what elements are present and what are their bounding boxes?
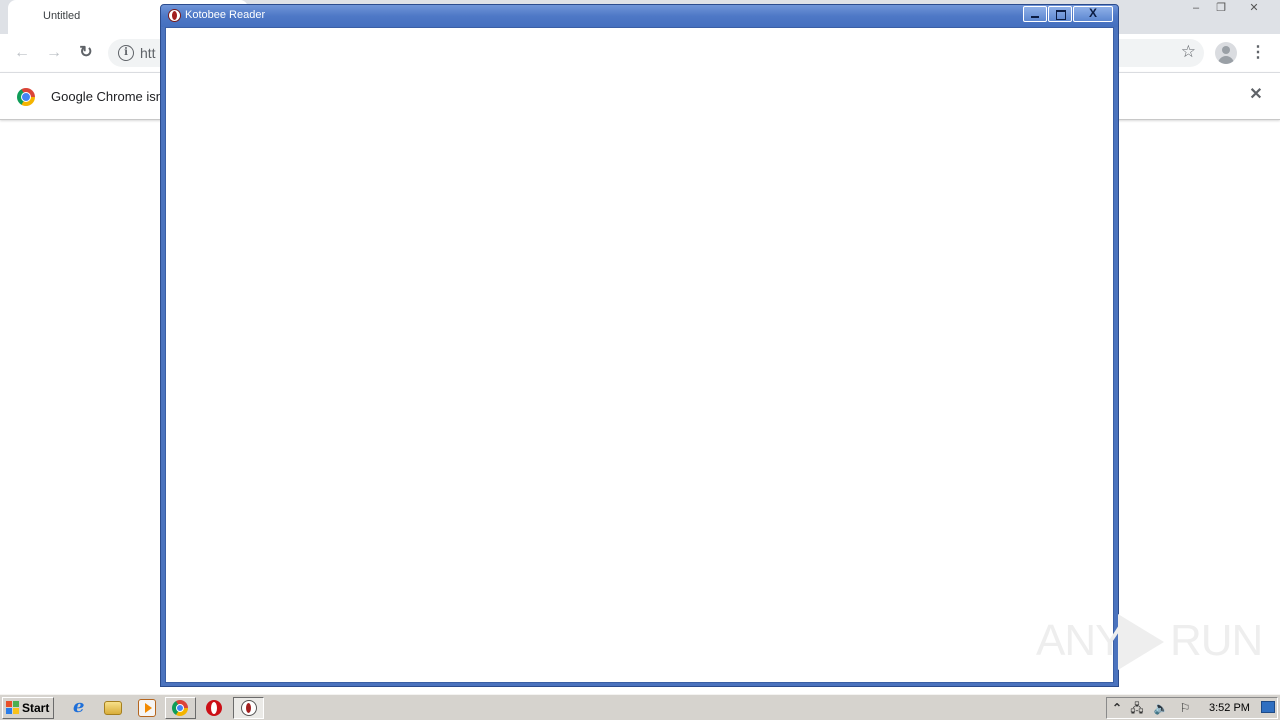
network-icon[interactable]: 🖧 <box>1129 700 1145 716</box>
close-icon: X <box>1088 6 1097 20</box>
volume-icon[interactable]: 🔈 <box>1153 700 1169 716</box>
close-icon: ✕ <box>1249 2 1259 14</box>
action-center-flag-icon[interactable]: ⚐ <box>1177 700 1193 716</box>
kotobee-close-button[interactable]: X <box>1073 6 1113 22</box>
profile-avatar-icon[interactable] <box>1215 42 1237 64</box>
close-icon: ✕ <box>1249 86 1263 103</box>
taskbar-kotobee-reader[interactable] <box>233 697 264 719</box>
taskbar-google-chrome[interactable] <box>165 697 196 719</box>
internet-explorer-icon[interactable] <box>71 696 89 717</box>
forward-button[interactable]: → <box>42 42 66 64</box>
kotobee-reader-window: Kotobee Reader X <box>160 4 1119 687</box>
kotobee-icon <box>241 700 257 716</box>
kotobee-titlebar[interactable]: Kotobee Reader X <box>161 5 1118 27</box>
start-button[interactable]: Start <box>2 697 54 719</box>
watermark-play-icon <box>1118 614 1164 670</box>
opera-icon <box>206 700 222 716</box>
reload-icon: ↻ <box>79 44 93 61</box>
kotobee-app-icon <box>168 9 181 22</box>
system-tray: ⌃ 🖧 🔈 ⚐ 3:52 PM <box>1106 697 1278 719</box>
chrome-tab-title: Untitled <box>43 10 81 22</box>
windows-explorer-icon[interactable] <box>104 701 122 715</box>
desktop: Untitled – ❐ ✕ ← → ↻ i htt ☆ ⋮ Google Ch… <box>0 0 1280 720</box>
reload-button[interactable]: ↻ <box>74 42 98 64</box>
kotobee-window-title: Kotobee Reader <box>185 9 266 21</box>
site-info-icon[interactable]: i <box>118 45 134 61</box>
minimize-icon: – <box>1192 2 1200 14</box>
chrome-icon <box>172 700 188 716</box>
media-player-icon[interactable] <box>138 699 156 717</box>
watermark-run-text: RUN <box>1170 616 1263 665</box>
taskbar: Start ⌃ 🖧 🔈 ⚐ 3:52 PM <box>0 694 1280 720</box>
windows-logo-icon <box>6 701 20 715</box>
watermark-any-text: ANY <box>1036 616 1124 665</box>
bookmark-star-icon[interactable]: ☆ <box>1181 42 1196 62</box>
anyrun-watermark: ANY RUN <box>1036 610 1263 672</box>
chrome-menu-icon[interactable]: ⋮ <box>1250 42 1266 64</box>
chevron-up-icon: ⌃ <box>1111 701 1123 715</box>
kotobee-content-area[interactable] <box>165 27 1114 683</box>
chrome-close-button[interactable]: ✕ <box>1241 0 1267 18</box>
back-arrow-icon: ← <box>14 44 30 61</box>
taskbar-clock[interactable]: 3:52 PM <box>1209 702 1250 714</box>
infobar-close-button[interactable]: ✕ <box>1246 85 1266 105</box>
taskbar-opera[interactable] <box>200 697 231 719</box>
restore-icon: ❐ <box>1216 2 1226 14</box>
infobar-message: Google Chrome isn't <box>51 89 170 104</box>
show-desktop-button[interactable] <box>1261 701 1275 713</box>
kotobee-minimize-button[interactable] <box>1023 6 1047 22</box>
chrome-logo-icon <box>17 88 35 106</box>
forward-arrow-icon: → <box>46 44 62 61</box>
chrome-minimize-button[interactable]: – <box>1183 0 1209 18</box>
back-button[interactable]: ← <box>10 42 34 64</box>
start-label: Start <box>22 701 50 715</box>
show-hidden-icons[interactable]: ⌃ <box>1109 700 1125 716</box>
address-text: htt <box>140 45 156 61</box>
kotobee-maximize-button[interactable] <box>1048 6 1072 22</box>
chrome-restore-button[interactable]: ❐ <box>1208 0 1234 18</box>
